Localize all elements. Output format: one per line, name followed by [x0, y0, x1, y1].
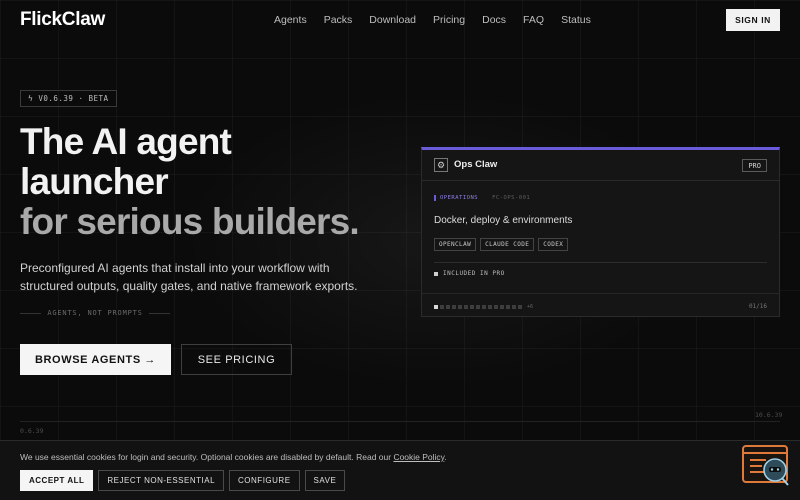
pager-dots: +6 [434, 304, 533, 310]
pager-dot[interactable] [512, 305, 516, 309]
version-badge: ϟ V0.6.39 · BETA [20, 90, 117, 107]
pager-dot[interactable] [464, 305, 468, 309]
cookie-text-suffix: . [444, 452, 447, 462]
chat-helper-icon [742, 445, 789, 486]
nav-agents[interactable]: Agents [274, 14, 307, 26]
pager-dot[interactable] [482, 305, 486, 309]
chat-helper-widget[interactable] [742, 445, 790, 487]
hero-title-line-1: The AI agent [20, 121, 232, 162]
cookie-text: We use essential cookies for login and s… [20, 452, 447, 462]
agent-category: OPERATIONS [434, 195, 478, 201]
nav-download[interactable]: Download [369, 14, 416, 26]
sign-in-button[interactable]: SIGN IN [726, 9, 780, 31]
pager-dot[interactable] [440, 305, 444, 309]
included-label: INCLUDED IN PRO [443, 270, 505, 277]
save-button[interactable]: SAVE [304, 470, 346, 491]
nav-faq[interactable]: FAQ [523, 14, 544, 26]
pager-more: +6 [527, 304, 534, 310]
chip-claude-code: CLAUDE CODE [480, 238, 535, 251]
hero-title-line-2: launcher [20, 161, 169, 202]
version-left: 0.6.39 [20, 427, 44, 435]
tier-badge: PRO [742, 159, 767, 172]
agent-card[interactable]: ⚙ Ops Claw PRO OPERATIONS FC-OPS-001 Doc… [421, 147, 780, 317]
configure-button[interactable]: CONFIGURE [229, 470, 300, 491]
cookie-banner: We use essential cookies for login and s… [0, 440, 800, 500]
reject-non-essential-button[interactable]: REJECT NON-ESSENTIAL [98, 470, 225, 491]
bottom-divider [20, 421, 780, 422]
pager-dot[interactable] [452, 305, 456, 309]
hero-subtitle: Preconfigured AI agents that install int… [20, 261, 358, 293]
nav-docs[interactable]: Docs [482, 14, 506, 26]
cookie-text-prefix: We use essential cookies for login and s… [20, 452, 394, 462]
tagline-rule-right [148, 312, 170, 314]
nav-packs[interactable]: Packs [324, 14, 353, 26]
pager-dot[interactable] [470, 305, 474, 309]
nav-status[interactable]: Status [561, 14, 591, 26]
site-header: FlickClaw Agents Packs Download Pricing … [0, 0, 800, 40]
pager-count: 01/16 [748, 303, 767, 310]
card-pager: +6 01/16 [422, 293, 779, 317]
pager-dot[interactable] [488, 305, 492, 309]
brand-logo[interactable]: FlickClaw [20, 9, 105, 31]
hero-title-line-3: for serious builders. [20, 201, 360, 242]
nav-pricing[interactable]: Pricing [433, 14, 465, 26]
hero-tagline: AGENTS, NOT PROMPTS [20, 309, 170, 317]
pager-dot[interactable] [458, 305, 462, 309]
pager-dot[interactable] [506, 305, 510, 309]
pager-dot[interactable] [434, 305, 438, 309]
gear-icon: ⚙ [434, 158, 448, 172]
agent-meta: OPERATIONS FC-OPS-001 [434, 195, 530, 201]
accept-all-button[interactable]: ACCEPT ALL [20, 470, 94, 491]
tagline-text: AGENTS, NOT PROMPTS [47, 309, 143, 317]
pager-dot[interactable] [518, 305, 522, 309]
pager-dot[interactable] [446, 305, 450, 309]
version-right: 10.6.39 [755, 411, 783, 419]
hero-title: The AI agent launcher for serious builde… [20, 121, 360, 242]
card-divider [434, 262, 767, 263]
agent-code: FC-OPS-001 [492, 195, 531, 201]
agent-card-header: ⚙ Ops Claw PRO [422, 150, 779, 181]
agent-name: Ops Claw [454, 159, 498, 170]
tagline-rule-left [20, 312, 42, 314]
chip-codex: CODEX [538, 238, 569, 251]
pager-dot[interactable] [494, 305, 498, 309]
bolt-icon: ϟ [28, 94, 34, 103]
pager-dot[interactable] [476, 305, 480, 309]
browse-agents-button[interactable]: BROWSE AGENTS → [20, 344, 171, 375]
cookie-buttons: ACCEPT ALL REJECT NON-ESSENTIAL CONFIGUR… [20, 470, 346, 491]
cookie-policy-link[interactable]: Cookie Policy [393, 452, 444, 462]
chip-openclaw: OPENCLAW [434, 238, 477, 251]
included-note: INCLUDED IN PRO [434, 270, 505, 277]
see-pricing-button[interactable]: SEE PRICING [181, 344, 292, 375]
version-badge-label: V0.6.39 · BETA [38, 94, 109, 103]
framework-chips: OPENCLAW CLAUDE CODE CODEX [434, 238, 569, 251]
agent-description: Docker, deploy & environments [434, 215, 573, 226]
pager-dot[interactable] [500, 305, 504, 309]
square-bullet-icon [434, 271, 438, 276]
main-nav: Agents Packs Download Pricing Docs FAQ S… [274, 14, 591, 26]
